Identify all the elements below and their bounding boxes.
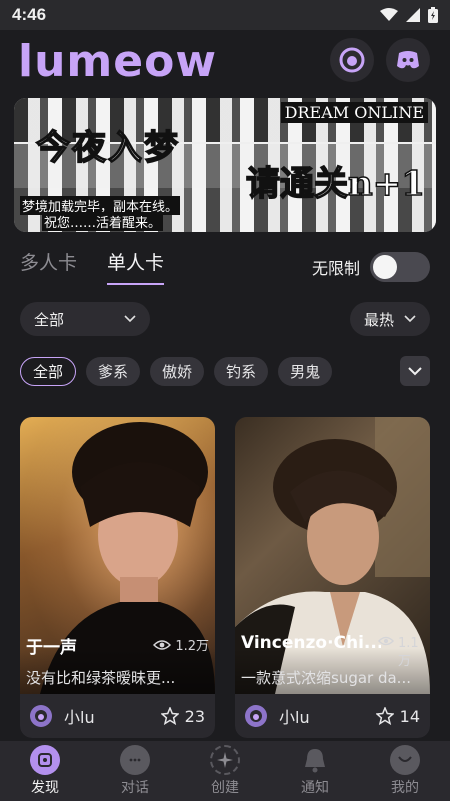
chevron-down-icon [124,315,136,323]
card-footer: 小lu 23 [20,694,215,738]
chip-flirt[interactable]: 钓系 [214,357,269,386]
nav-notifications[interactable]: 通知 [270,741,360,801]
card-name: 于一声 [26,638,77,658]
card-description: 一款意式浓缩sugar da... [241,669,411,687]
nav-label: 对话 [121,780,149,796]
toggle-knob [373,255,397,279]
card-name: Vincenzo·Chi... [241,633,381,653]
card-views: 1.1万 [378,635,424,671]
chip-daddy[interactable]: 爹系 [86,357,141,386]
category-value: 全部 [34,310,65,329]
app-logo: lumeow [18,36,217,87]
promo-banner[interactable]: DREAM ONLINE 今夜入梦 请通关n+1 梦境加载完毕，副本在线。 祝您… [14,98,436,232]
card-likes-count: 23 [184,706,205,726]
card-likes-count: 14 [399,706,420,726]
chat-icon [120,745,150,775]
eye-icon [153,639,172,650]
discord-icon [397,51,419,69]
mascot-button[interactable] [330,38,374,82]
card-likes[interactable]: 14 [375,706,420,726]
card-author[interactable]: 小lu [279,704,310,728]
character-card[interactable]: Vincenzo·Chi... 1.1万 一款意式浓缩sugar da... 小… [235,417,430,738]
card-views-count: 1.1万 [398,636,419,669]
nav-profile[interactable]: 我的 [360,741,450,801]
status-bar: 4:46 [0,0,450,30]
create-icon [210,745,240,775]
banner-title: 今夜入梦 [35,127,180,169]
unlimited-toggle-row: 无限制 [312,252,430,282]
nav-label: 通知 [301,780,329,796]
card-type-tabs: 多人卡 单人卡 [20,248,165,285]
toggle-label: 无限制 [311,259,360,278]
status-time: 4:46 [12,5,47,24]
nav-create[interactable]: 创建 [180,741,270,801]
banner-brand: DREAM ONLINE [280,102,428,123]
chip-tsundere[interactable]: 傲娇 [150,357,205,386]
cat-face-icon [250,710,262,722]
chevron-down-icon [404,315,416,323]
star-icon [160,707,179,725]
tab-single[interactable]: 单人卡 [107,248,165,285]
nav-label: 发现 [31,780,59,796]
chip-ghost[interactable]: 男鬼 [278,357,333,386]
eye-icon [378,636,394,646]
avatar [30,705,52,727]
card-footer: 小lu 14 [235,694,430,738]
discord-button[interactable] [386,38,430,82]
card-description: 没有比和绿茶暧昧更... [26,669,176,687]
profile-icon [390,745,420,775]
sort-dropdown[interactable]: 最热 [350,302,430,336]
nav-discover[interactable]: 发现 [0,741,90,801]
card-likes[interactable]: 23 [160,706,205,726]
avatar [245,705,267,727]
nav-label: 我的 [391,780,419,796]
more-tags-button[interactable] [400,356,430,386]
tag-chips: 全部 爹系 傲娇 钓系 男鬼 [20,357,333,386]
cat-face-icon [339,47,365,73]
character-card[interactable]: 于一声 1.2万 没有比和绿茶暧昧更... 小lu 23 [20,417,215,738]
card-author[interactable]: 小lu [64,704,95,728]
nav-chat[interactable]: 对话 [90,741,180,801]
card-views: 1.2万 [153,635,209,654]
wifi-icon [380,8,398,21]
discover-icon [30,745,60,775]
battery-icon [428,7,438,23]
cat-face-icon [35,710,47,722]
bell-icon [300,745,330,775]
status-icons [380,7,438,23]
category-dropdown[interactable]: 全部 [20,302,150,336]
chevron-down-icon [408,366,422,375]
sort-value: 最热 [364,310,395,329]
tab-multi[interactable]: 多人卡 [20,248,77,285]
card-views-count: 1.2万 [175,639,209,654]
unlimited-toggle[interactable] [370,252,430,282]
app-header: lumeow [0,34,450,87]
banner-title-secondary: 请通关n+1 [245,163,425,205]
signal-icon [406,8,420,22]
star-icon [375,707,394,725]
nav-label: 创建 [211,780,239,796]
chip-all[interactable]: 全部 [20,357,77,386]
bottom-nav: 发现 对话 创建 通知 我的 [0,741,450,801]
banner-subtitle-2: 祝您……活着醒来。 [42,212,164,231]
